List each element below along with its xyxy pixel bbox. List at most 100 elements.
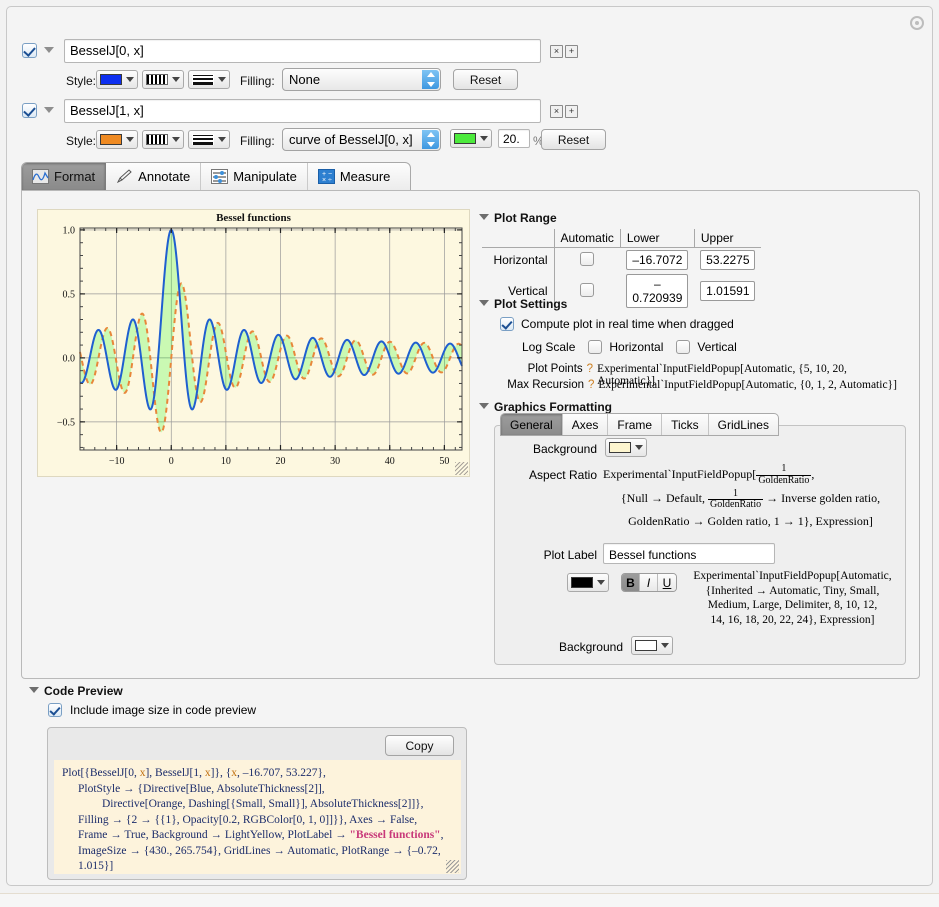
aspect-ratio-label: Aspect Ratio — [528, 468, 597, 482]
function-2-filling-select[interactable]: curve of BesselJ[0, x] — [282, 128, 441, 151]
code-preview-section-header[interactable]: Code Preview — [29, 684, 123, 698]
plot-range-col-blank — [482, 229, 554, 248]
include-image-size-checkbox[interactable] — [48, 703, 62, 717]
function-2-disclosure-triangle[interactable] — [44, 107, 54, 113]
aspect-ratio-value[interactable]: Experimental`InputFieldPopup[1 GoldenRati… — [603, 464, 898, 531]
include-image-size-row: Include image size in code preview — [48, 703, 256, 717]
font-size-popup-value[interactable]: Experimental`InputFieldPopup[Automatic, … — [685, 569, 900, 627]
svg-text:×: × — [322, 177, 326, 184]
function-2-remove-button[interactable]: × — [550, 105, 563, 118]
graphics-formatting-section-header[interactable]: Graphics Formatting — [479, 400, 612, 414]
disclosure-triangle-icon — [479, 214, 489, 220]
chevron-down-icon — [661, 643, 669, 648]
bold-button[interactable]: B — [622, 574, 640, 591]
stepper-icon[interactable] — [422, 130, 439, 149]
function-1-remove-button[interactable]: × — [550, 45, 563, 58]
realtime-compute-label: Compute plot in real time when dragged — [521, 317, 734, 331]
max-recursion-label: Max Recursion — [507, 379, 584, 391]
function-2-enabled-checkbox[interactable] — [22, 103, 37, 118]
vertical-lower-input[interactable]: –0.720939 — [626, 274, 689, 308]
function-1-color-swatch — [100, 74, 122, 85]
underline-button[interactable]: U — [658, 574, 676, 591]
gftab-general[interactable]: General — [501, 414, 563, 435]
plot-graphic[interactable]: Bessel functions −10 0 10 20 30 40 50 −0.5 0.0 0.… — [37, 209, 470, 477]
gear-icon[interactable] — [910, 16, 924, 30]
gf-background-color-button[interactable] — [605, 438, 647, 457]
main-tab-bar: Format Annotate Manipulate + − × ÷ Measure — [21, 162, 411, 191]
function-1-filling-select[interactable]: None — [282, 68, 441, 91]
plot-label-font-color-button[interactable] — [567, 573, 609, 592]
realtime-compute-checkbox[interactable] — [500, 317, 514, 331]
function-1-expression-input[interactable]: BesselJ[0, x] — [64, 39, 541, 63]
max-recursion-help-link[interactable]: ? — [588, 379, 594, 391]
calculator-icon: + − × ÷ — [317, 169, 335, 184]
plot-range-title: Plot Range — [494, 211, 557, 225]
gftab-axes[interactable]: Axes — [563, 414, 609, 435]
label-background-color-button[interactable] — [631, 636, 673, 655]
function-2-color-swatch-button[interactable] — [96, 130, 138, 149]
tab-manipulate-label: Manipulate — [233, 169, 297, 184]
tab-manipulate[interactable]: Manipulate — [201, 163, 308, 190]
function-2-add-button[interactable]: + — [565, 105, 578, 118]
log-scale-vertical-checkbox[interactable] — [676, 340, 691, 354]
code-preview-title: Code Preview — [44, 684, 123, 698]
fraction-denominator: GoldenRatio — [758, 474, 810, 486]
vertical-automatic-checkbox[interactable] — [580, 282, 595, 297]
max-recursion-value[interactable]: Experimental`InputFieldPopup[Automatic, … — [598, 379, 897, 391]
vertical-upper-input[interactable]: 1.01591 — [700, 281, 756, 301]
function-2-reset-button[interactable]: Reset — [541, 129, 606, 150]
function-2-opacity-input[interactable]: 20. — [498, 129, 530, 148]
function-1-dashing-button[interactable] — [142, 70, 184, 89]
function-2-fill-color-swatch — [454, 133, 476, 144]
function-2-thickness-button[interactable] — [188, 130, 230, 149]
function-2-expression-input[interactable]: BesselJ[1, x] — [64, 99, 541, 123]
function-1-color-swatch-button[interactable] — [96, 70, 138, 89]
function-2-style-label: Style: — [66, 134, 97, 148]
svg-text:0.5: 0.5 — [63, 289, 76, 300]
function-1-add-button[interactable]: + — [565, 45, 578, 58]
function-1-disclosure-triangle[interactable] — [44, 47, 54, 53]
function-1-enabled-checkbox[interactable] — [22, 43, 37, 58]
function-1-reset-button[interactable]: Reset — [453, 69, 518, 90]
italic-button[interactable]: I — [640, 574, 658, 591]
stepper-icon[interactable] — [422, 70, 439, 89]
copy-button[interactable]: Copy — [385, 735, 454, 756]
window-bottom-bar — [0, 893, 939, 907]
code-preview-resize-handle[interactable] — [446, 860, 459, 873]
gftab-frame[interactable]: Frame — [608, 414, 663, 435]
function-1-filling-value: None — [289, 72, 321, 87]
font-popup-line-1: Experimental`InputFieldPopup[Automatic, — [693, 570, 892, 582]
log-scale-row: Log Scale Horizontal Vertical — [522, 340, 737, 354]
function-2-dashing-button[interactable] — [142, 130, 184, 149]
function-2-fill-color-button[interactable] — [450, 129, 492, 148]
plot-label-input[interactable]: Bessel functions — [603, 543, 775, 564]
thickness-icon — [192, 134, 214, 145]
horizontal-automatic-checkbox[interactable] — [580, 251, 595, 266]
chevron-down-icon — [597, 580, 605, 585]
function-1-thickness-button[interactable] — [188, 70, 230, 89]
plot-title: Bessel functions — [216, 212, 291, 224]
plot-range-col-upper: Upper — [693, 229, 762, 248]
plot-settings-section-header[interactable]: Plot Settings — [479, 297, 567, 311]
tab-format[interactable]: Format — [22, 163, 107, 190]
aspect-ratio-line2: {Null → Default, 1 GoldenRatio → Inverse … — [603, 488, 898, 510]
thickness-icon — [192, 74, 214, 85]
horizontal-lower-input[interactable]: –16.7072 — [626, 250, 689, 270]
plot-resize-handle[interactable] — [455, 462, 468, 475]
max-recursion-row: Max Recursion ? Experimental`InputFieldP… — [482, 379, 902, 391]
disclosure-triangle-icon — [29, 687, 39, 693]
plot-range-section-header[interactable]: Plot Range — [479, 211, 557, 225]
svg-text:40: 40 — [385, 456, 395, 467]
horizontal-upper-input[interactable]: 53.2275 — [700, 250, 756, 270]
log-scale-horizontal-checkbox[interactable] — [588, 340, 603, 354]
aspect-ratio-fraction-2: 1 GoldenRatio — [708, 488, 764, 511]
function-2-filling-value: curve of BesselJ[0, x] — [289, 132, 413, 147]
chevron-down-icon — [126, 137, 134, 142]
code-preview-text[interactable]: Plot[{BesselJ[0, x], BesselJ[1, x]}, {x,… — [54, 760, 461, 874]
gftab-ticks[interactable]: Ticks — [662, 414, 709, 435]
tab-measure[interactable]: + − × ÷ Measure — [308, 163, 401, 190]
gftab-gridlines[interactable]: GridLines — [709, 414, 778, 435]
svg-text:0.0: 0.0 — [63, 353, 76, 364]
tab-annotate[interactable]: Annotate — [106, 163, 202, 190]
svg-text:20: 20 — [276, 456, 286, 467]
